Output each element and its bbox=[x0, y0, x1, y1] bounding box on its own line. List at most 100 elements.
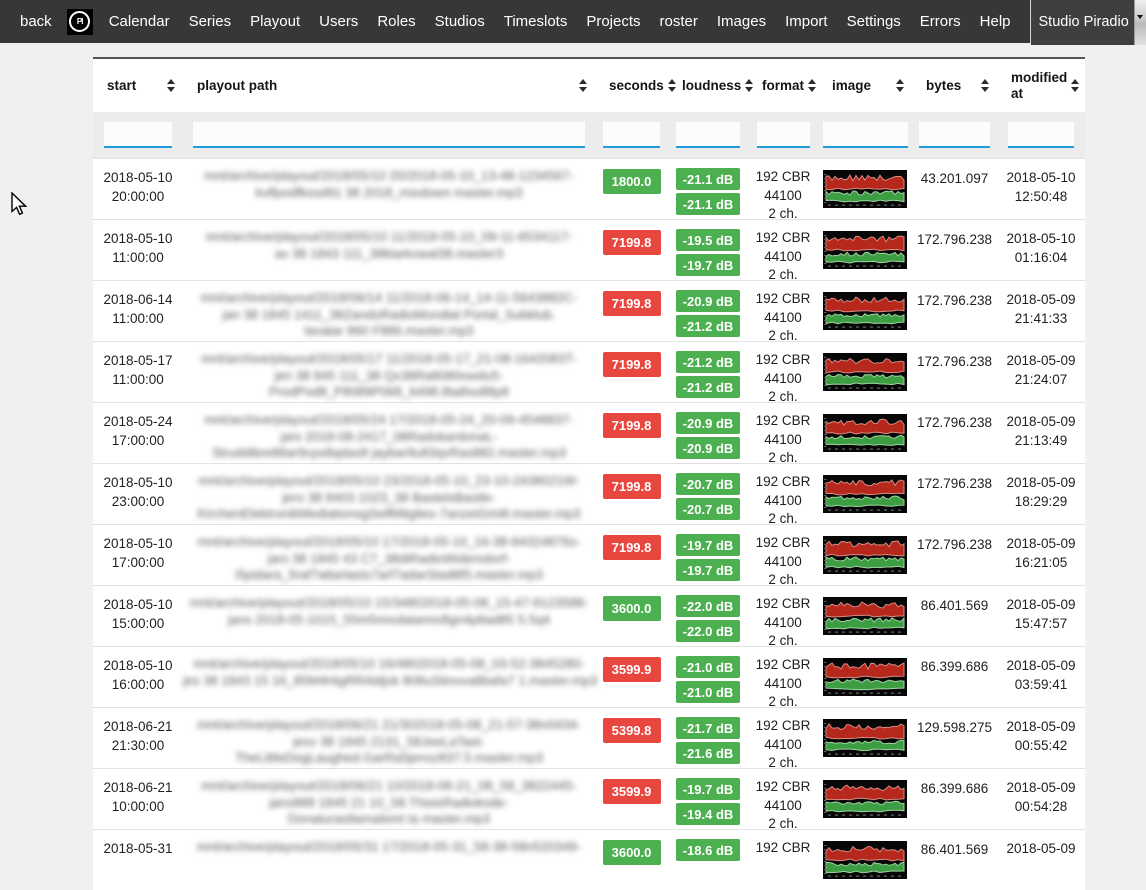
sort-arrows-icon[interactable] bbox=[896, 79, 904, 92]
cell-image bbox=[818, 403, 912, 463]
waveform-image[interactable] bbox=[823, 658, 907, 696]
cell-image bbox=[818, 525, 912, 585]
start-date: 2018-05-10 bbox=[93, 534, 183, 553]
seconds-badge: 3599.9 bbox=[603, 779, 661, 804]
column-header-modified[interactable]: modified at bbox=[997, 59, 1085, 112]
waveform-image[interactable] bbox=[823, 414, 907, 452]
column-header-path[interactable]: playout path bbox=[183, 59, 595, 112]
nav-item-settings[interactable]: Settings bbox=[847, 13, 901, 30]
cell-modified: 2018-05-0915:47:57 bbox=[997, 586, 1085, 646]
filter-input-image[interactable] bbox=[823, 122, 908, 148]
nav-item-import[interactable]: Import bbox=[785, 13, 828, 30]
loudness-badge: -21.7 dB bbox=[676, 717, 740, 739]
loudness-badge: -22.0 dB bbox=[676, 620, 740, 642]
sort-arrows-icon[interactable] bbox=[1071, 79, 1079, 92]
playout-path-blurred: mnt/archive/playout/2018/05/10 16/480201… bbox=[183, 656, 595, 673]
waveform-image[interactable] bbox=[823, 597, 907, 635]
nav-item-users[interactable]: Users bbox=[319, 13, 358, 30]
column-header-label: bytes bbox=[926, 78, 961, 94]
piradio-logo-icon[interactable]: PI bbox=[67, 9, 93, 35]
seconds-badge: 3600.0 bbox=[603, 596, 661, 621]
column-header-bytes[interactable]: bytes bbox=[912, 59, 997, 112]
nav-item-timeslots[interactable]: Timeslots bbox=[504, 13, 568, 30]
start-date: 2018-05-10 bbox=[93, 229, 183, 248]
cell-path: mnt/archive/playout/2018/05/10 20/2018-0… bbox=[183, 159, 595, 219]
modified-date: 2018-05-09 bbox=[997, 778, 1085, 797]
waveform-image[interactable] bbox=[823, 536, 907, 574]
waveform-image[interactable] bbox=[823, 475, 907, 513]
bytes-value: 172.796.238 bbox=[912, 525, 997, 585]
nav-item-roster[interactable]: roster bbox=[660, 13, 698, 30]
filter-input-path[interactable] bbox=[193, 122, 585, 148]
sort-arrows-icon[interactable] bbox=[981, 79, 989, 92]
studio-select[interactable]: Studio Piradio bbox=[1030, 0, 1146, 45]
cell-image bbox=[818, 159, 912, 219]
format-line: 192 CBR bbox=[748, 534, 818, 553]
column-header-start[interactable]: start bbox=[93, 59, 183, 112]
filter-input-start[interactable] bbox=[104, 122, 172, 148]
waveform-image[interactable] bbox=[823, 292, 907, 330]
waveform-image[interactable] bbox=[823, 780, 907, 818]
filter-input-format[interactable] bbox=[757, 122, 810, 148]
loudness-badge: -19.7 dB bbox=[676, 559, 740, 581]
back-button[interactable]: back bbox=[20, 13, 52, 30]
cell-seconds: 3599.9 bbox=[595, 647, 668, 707]
playout-path-blurred: ax 38 1843 111_38klarkowal38.master3 bbox=[183, 246, 595, 263]
filter-input-loudness[interactable] bbox=[676, 122, 740, 148]
loudness-badge: -22.0 dB bbox=[676, 595, 740, 617]
waveform-image[interactable] bbox=[823, 841, 907, 879]
cell-start: 2018-05-1011:00:00 bbox=[93, 220, 183, 280]
start-date: 2018-05-31 bbox=[93, 839, 183, 858]
playout-path-blurred: KirchenElektronikMediationsgSelfMitglies… bbox=[183, 506, 595, 523]
seconds-badge: 7199.8 bbox=[603, 230, 661, 255]
waveform-image[interactable] bbox=[823, 231, 907, 269]
nav-item-roles[interactable]: Roles bbox=[377, 13, 415, 30]
cell-start: 2018-05-31 bbox=[93, 830, 183, 890]
column-header-loudness[interactable]: loudness bbox=[668, 59, 748, 112]
waveform-image[interactable] bbox=[823, 719, 907, 757]
cell-path: mnt/archive/playout/2018/05/10 17/2018-0… bbox=[183, 525, 595, 585]
nav-item-calendar[interactable]: Calendar bbox=[109, 13, 170, 30]
cell-loudness: -21.0 dB-21.0 dB bbox=[668, 647, 748, 707]
cell-format: 192 CBR441002 ch. bbox=[748, 464, 818, 524]
playout-path-blurred: mnt/archive/playout/2018/06/14 11/2018-0… bbox=[183, 290, 595, 307]
sort-arrows-icon[interactable] bbox=[167, 79, 175, 92]
table-filter-row bbox=[93, 112, 1085, 158]
sort-arrows-icon[interactable] bbox=[579, 79, 587, 92]
nav-item-help[interactable]: Help bbox=[980, 13, 1011, 30]
nav-item-series[interactable]: Series bbox=[189, 13, 232, 30]
bytes-value: 172.796.238 bbox=[912, 281, 997, 341]
filter-cell-modified bbox=[997, 122, 1085, 148]
start-date: 2018-06-21 bbox=[93, 778, 183, 797]
playout-path-blurred: mnt/archive/playout/2018/05/31 17/2018-0… bbox=[183, 839, 595, 856]
column-header-image[interactable]: image bbox=[818, 59, 912, 112]
format-line: 192 CBR bbox=[748, 290, 818, 309]
table-row: 2018-05-31mnt/archive/playout/2018/05/31… bbox=[93, 829, 1085, 890]
nav-item-studios[interactable]: Studios bbox=[435, 13, 485, 30]
cell-modified: 2018-05-1001:16:04 bbox=[997, 220, 1085, 280]
nav-item-images[interactable]: Images bbox=[717, 13, 766, 30]
seconds-badge: 5399.8 bbox=[603, 718, 661, 743]
cell-format: 192 CBR441002 ch. bbox=[748, 403, 818, 463]
cell-modified: 2018-05-0900:54:28 bbox=[997, 769, 1085, 829]
column-header-format[interactable]: format bbox=[748, 59, 818, 112]
table-row: 2018-06-1411:00:00mnt/archive/playout/20… bbox=[93, 280, 1085, 341]
waveform-image[interactable] bbox=[823, 170, 907, 208]
waveform-image[interactable] bbox=[823, 353, 907, 391]
cell-seconds: 7199.8 bbox=[595, 342, 668, 402]
column-header-seconds[interactable]: seconds bbox=[595, 59, 668, 112]
playout-path-blurred: jans888 1845 21 10_58.ThisisRadioksde- bbox=[183, 795, 595, 812]
table-row: 2018-05-2417:00:00mnt/archive/playout/20… bbox=[93, 402, 1085, 463]
start-time: 11:00:00 bbox=[93, 248, 183, 267]
filter-input-bytes[interactable] bbox=[919, 122, 990, 148]
sort-arrows-icon[interactable] bbox=[808, 79, 816, 92]
nav-item-playout[interactable]: Playout bbox=[250, 13, 300, 30]
studio-select-dropdown-button[interactable] bbox=[1134, 0, 1146, 45]
nav-item-projects[interactable]: Projects bbox=[586, 13, 640, 30]
nav-item-errors[interactable]: Errors bbox=[920, 13, 961, 30]
loudness-badges: -21.7 dB-21.6 dB bbox=[668, 717, 748, 764]
filter-input-seconds[interactable] bbox=[603, 122, 660, 148]
modified-date: 2018-05-09 bbox=[997, 534, 1085, 553]
filter-input-modified[interactable] bbox=[1008, 122, 1074, 148]
start-time: 21:30:00 bbox=[93, 736, 183, 755]
